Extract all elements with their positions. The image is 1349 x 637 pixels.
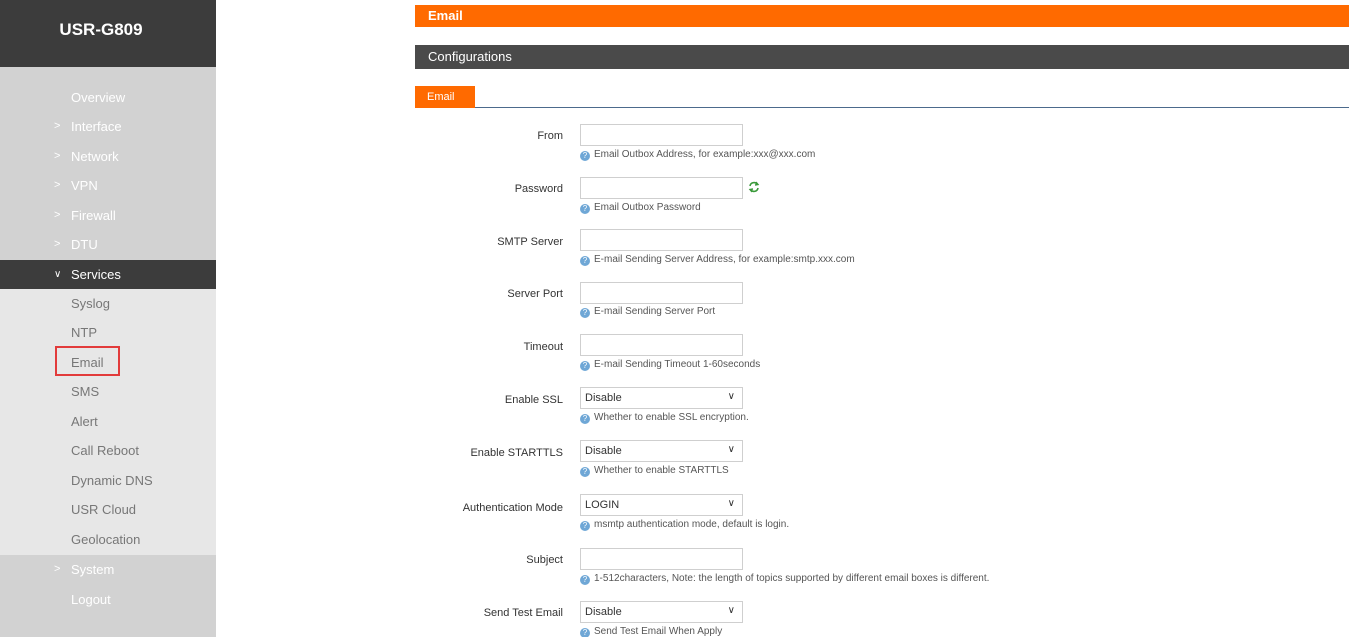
server-port-hint-text: E-mail Sending Server Port	[594, 306, 716, 317]
tab-divider	[415, 107, 1349, 108]
timeout-hint-text: E-mail Sending Timeout 1-60seconds	[594, 359, 761, 370]
enable-starttls-hint: ? Whether to enable STARTTLS	[580, 465, 729, 477]
main-content: Email Configurations Email From ? Email O…	[415, 0, 1349, 637]
enable-ssl-dropdown[interactable]: Disable	[580, 387, 743, 409]
help-icon: ?	[580, 628, 590, 637]
password-input[interactable]	[580, 177, 743, 199]
auth-mode-select[interactable]: LOGIN ∨	[580, 494, 743, 516]
help-icon: ?	[580, 204, 590, 214]
password-hint-text: Email Outbox Password	[594, 202, 701, 213]
auth-mode-hint: ? msmtp authentication mode, default is l…	[580, 519, 789, 531]
sub-item-call-reboot[interactable]: Call Reboot	[0, 436, 216, 465]
subject-input[interactable]	[580, 548, 743, 570]
email-highlight-box	[55, 346, 120, 376]
sidebar: USR-G809 Overview > Interface > Network > V…	[0, 0, 216, 637]
help-icon: ?	[580, 361, 590, 371]
subject-hint-text: 1-512characters, Note: the length of top…	[594, 573, 990, 584]
send-test-select[interactable]: Disable ∨	[580, 601, 743, 623]
nav-interface-label: Interface	[71, 119, 122, 134]
send-test-hint: ? Send Test Email When Apply	[580, 626, 722, 637]
sub-item-alert[interactable]: Alert	[0, 407, 216, 436]
enable-ssl-select[interactable]: Disable ∨	[580, 387, 743, 409]
nav-overview-label: Overview	[71, 90, 126, 105]
timeout-label: Timeout	[523, 341, 563, 353]
help-icon: ?	[580, 521, 590, 531]
from-input[interactable]	[580, 124, 743, 146]
from-hint: ? Email Outbox Address, for example:xxx@x…	[580, 149, 815, 161]
help-icon: ?	[580, 575, 590, 585]
brand-header: USR-G809	[0, 0, 216, 67]
sub-item-ntp[interactable]: NTP	[0, 318, 216, 347]
enable-starttls-label: Enable STARTTLS	[470, 447, 563, 459]
sub-item-sms[interactable]: SMS	[0, 377, 216, 406]
nav-dtu-label: DTU	[71, 237, 98, 252]
nav-vpn-label: VPN	[71, 178, 98, 193]
chevron-down-icon: ∨	[54, 269, 62, 280]
enable-starttls-dropdown[interactable]: Disable	[580, 440, 743, 462]
password-hint: ? Email Outbox Password	[580, 202, 701, 214]
nav-network-label: Network	[71, 149, 119, 164]
nav-overview[interactable]: Overview	[0, 83, 216, 112]
sub-item-geolocation[interactable]: Geolocation	[0, 525, 216, 554]
from-label: From	[537, 130, 563, 142]
nav-network[interactable]: > Network	[0, 142, 216, 171]
nav-firewall-label: Firewall	[71, 208, 116, 223]
enable-ssl-label: Enable SSL	[504, 394, 563, 406]
help-icon: ?	[580, 256, 590, 266]
auth-mode-hint-text: msmtp authentication mode, default is lo…	[594, 519, 790, 530]
reveal-password-icon[interactable]	[748, 180, 760, 194]
nav-dtu[interactable]: > DTU	[0, 230, 216, 259]
help-icon: ?	[580, 151, 590, 161]
section-header: Configurations	[415, 45, 1349, 69]
password-label: Password	[514, 183, 563, 195]
chevron-right-icon: >	[54, 238, 61, 250]
chevron-right-icon: >	[54, 563, 61, 575]
timeout-hint: ? E-mail Sending Timeout 1-60seconds	[580, 359, 760, 371]
enable-starttls-hint-text: Whether to enable STARTTLS	[594, 465, 729, 476]
help-icon: ?	[580, 308, 590, 318]
send-test-hint-text: Send Test Email When Apply	[594, 626, 723, 637]
nav-services-label: Services	[71, 267, 121, 282]
sub-item-syslog[interactable]: Syslog	[0, 289, 216, 318]
smtp-server-label: SMTP Server	[497, 236, 563, 248]
chevron-right-icon: >	[54, 150, 61, 162]
sub-item-usr-cloud[interactable]: USR Cloud	[0, 495, 216, 524]
page-title: Email	[415, 5, 1349, 27]
brand-title: USR-G809	[59, 20, 143, 39]
nav-interface[interactable]: > Interface	[0, 112, 216, 141]
nav-firewall[interactable]: > Firewall	[0, 201, 216, 230]
subject-hint: ? 1-512characters, Note: the length of to…	[580, 573, 989, 585]
nav-system-label: System	[71, 562, 115, 577]
nav-system[interactable]: > System	[0, 555, 216, 584]
nav-logout[interactable]: Logout	[0, 585, 216, 614]
enable-ssl-hint-text: Whether to enable SSL encryption.	[594, 412, 749, 423]
auth-mode-label: Authentication Mode	[462, 502, 563, 514]
smtp-server-hint-text: E-mail Sending Server Address, for examp…	[594, 254, 855, 265]
help-icon: ?	[580, 467, 590, 477]
nav-services[interactable]: ∨ Services	[0, 260, 216, 289]
enable-ssl-hint: ? Whether to enable SSL encryption.	[580, 412, 749, 424]
timeout-input[interactable]	[580, 334, 743, 356]
help-icon: ?	[580, 414, 590, 424]
enable-starttls-select[interactable]: Disable ∨	[580, 440, 743, 462]
server-port-label: Server Port	[507, 288, 563, 300]
send-test-dropdown[interactable]: Disable	[580, 601, 743, 623]
chevron-right-icon: >	[54, 179, 61, 191]
send-test-label: Send Test Email	[483, 607, 563, 619]
tab-email[interactable]: Email	[415, 86, 475, 108]
sub-item-dynamic-dns[interactable]: Dynamic DNS	[0, 466, 216, 495]
services-submenu: Syslog NTP Email SMS Alert Call Reboot D…	[0, 289, 216, 555]
auth-mode-dropdown[interactable]: LOGIN	[580, 494, 743, 516]
server-port-hint: ? E-mail Sending Server Port	[580, 306, 715, 318]
smtp-server-hint: ? E-mail Sending Server Address, for exam…	[580, 254, 855, 266]
subject-label: Subject	[526, 554, 563, 566]
nav-logout-label: Logout	[71, 592, 111, 607]
chevron-right-icon: >	[54, 120, 61, 132]
server-port-input[interactable]	[580, 282, 743, 304]
from-hint-text: Email Outbox Address, for example:xxx@xx…	[594, 149, 816, 160]
chevron-right-icon: >	[54, 209, 61, 221]
nav-vpn[interactable]: > VPN	[0, 171, 216, 200]
smtp-server-input[interactable]	[580, 229, 743, 251]
